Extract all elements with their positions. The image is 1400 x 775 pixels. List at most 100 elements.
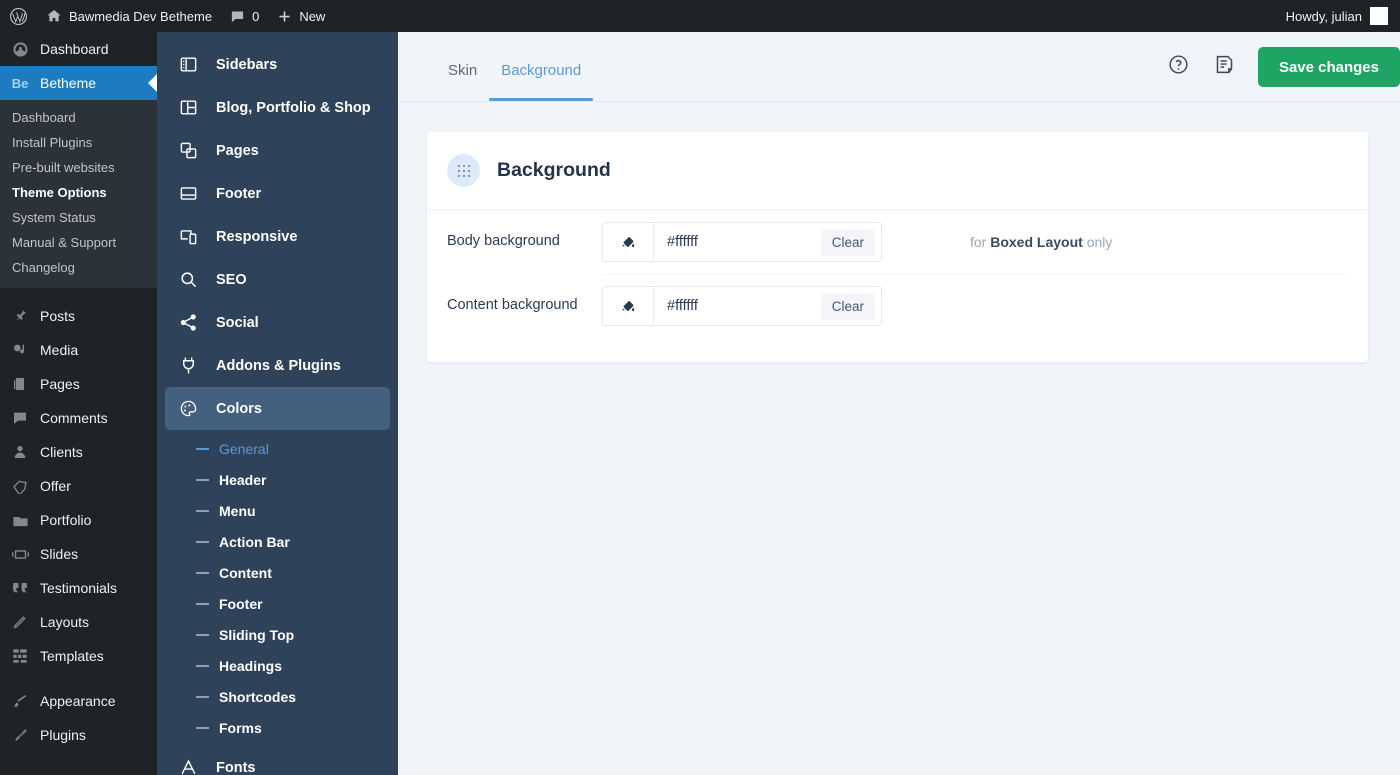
wordpress-logo-menu[interactable] [0, 0, 37, 32]
sidebar-divider-1 [0, 288, 157, 299]
flyout-item-label: SEO [216, 271, 247, 288]
colors-submenu-label: Header [219, 471, 267, 488]
colors-submenu-label: General [219, 440, 269, 457]
sidebar-item-slides[interactable]: Slides [0, 537, 157, 571]
sidebar-item-media[interactable]: Media [0, 333, 157, 367]
submenu-item-manual-support[interactable]: Manual & Support [0, 230, 157, 255]
tag-icon [10, 478, 30, 494]
flyout-item-social[interactable]: Social [165, 301, 390, 344]
site-name-menu[interactable]: Bawmedia Dev Betheme [37, 0, 221, 32]
sidebar-item-pages[interactable]: Pages [0, 367, 157, 401]
notes-button[interactable] [1212, 54, 1238, 80]
paint-bucket-icon[interactable] [603, 287, 654, 325]
colors-submenu-label: Shortcodes [219, 688, 297, 705]
sidebar-item-label: Appearance [40, 693, 116, 709]
colors-submenu-label: Forms [219, 719, 262, 736]
note-document-icon [1214, 54, 1235, 80]
submenu-item-prebuilt-websites[interactable]: Pre-built websites [0, 155, 157, 180]
colors-submenu-item-content[interactable]: Content [157, 557, 398, 588]
sidebar-item-appearance[interactable]: Appearance [0, 684, 157, 718]
clear-button[interactable]: Clear [820, 228, 875, 256]
flyout-item-fonts[interactable]: Fonts [165, 746, 390, 775]
dash-icon [196, 540, 209, 543]
flyout-item-footer[interactable]: Footer [165, 172, 390, 215]
colors-submenu-item-menu[interactable]: Menu [157, 495, 398, 526]
sidebar-item-clients[interactable]: Clients [0, 435, 157, 469]
pages-icon [10, 376, 30, 392]
colors-submenu-item-header[interactable]: Header [157, 464, 398, 495]
submenu-item-dashboard[interactable]: Dashboard [0, 105, 157, 130]
colors-submenu-item-sliding-top[interactable]: Sliding Top [157, 619, 398, 650]
colors-submenu-label: Headings [219, 657, 283, 674]
help-button[interactable] [1166, 54, 1192, 80]
submenu-item-system-status[interactable]: System Status [0, 205, 157, 230]
tab-skin[interactable]: Skin [436, 62, 489, 101]
flyout-item-addons-plugins[interactable]: Addons & Plugins [165, 344, 390, 387]
note-suffix: only [1082, 234, 1113, 250]
color-value-input[interactable] [654, 223, 821, 261]
sidebar-item-label: Offer [40, 478, 71, 494]
new-content-label: New [299, 8, 326, 24]
field-note-boxed-layout: for Boxed Layout only [970, 234, 1112, 250]
wp-admin-sidebar: Dashboard Be Betheme Dashboard Install P… [0, 32, 157, 775]
colors-submenu-label: Action Bar [219, 533, 290, 550]
submenu-item-changelog[interactable]: Changelog [0, 255, 157, 280]
topbar-actions: Save changes [1166, 47, 1400, 87]
color-picker-content-background: Clear [602, 286, 882, 326]
paint-bucket-icon[interactable] [603, 223, 654, 261]
sidebar-item-portfolio[interactable]: Portfolio [0, 503, 157, 537]
note-prefix: for [970, 234, 991, 250]
flyout-item-sidebars[interactable]: Sidebars [165, 43, 390, 86]
colors-submenu-item-shortcodes[interactable]: Shortcodes [157, 681, 398, 712]
colors-submenu-label: Menu [219, 502, 256, 519]
search-icon [177, 270, 199, 289]
plus-icon [277, 9, 292, 24]
colors-submenu-item-headings[interactable]: Headings [157, 650, 398, 681]
save-changes-button[interactable]: Save changes [1257, 47, 1400, 87]
sidebar-item-layouts[interactable]: Layouts [0, 605, 157, 639]
flyout-item-label: Footer [216, 185, 262, 202]
folder-icon [10, 512, 30, 529]
flyout-item-label: Blog, Portfolio & Shop [216, 99, 371, 116]
sidebar-item-betheme[interactable]: Be Betheme [0, 66, 157, 100]
sidebar-item-offer[interactable]: Offer [0, 469, 157, 503]
sidebar-item-dashboard[interactable]: Dashboard [0, 32, 157, 66]
sidebar-item-label: Slides [40, 546, 79, 562]
clear-button[interactable]: Clear [820, 292, 875, 320]
tab-background[interactable]: Background [489, 62, 594, 101]
flyout-item-blog-portfolio-shop[interactable]: Blog, Portfolio & Shop [165, 86, 390, 129]
submenu-item-install-plugins[interactable]: Install Plugins [0, 130, 157, 155]
comments-bubble[interactable]: 0 [221, 0, 268, 32]
drag-grid-icon[interactable] [447, 154, 480, 187]
share-icon [177, 313, 199, 332]
colors-submenu-item-general[interactable]: General [157, 433, 398, 464]
dashboard-gauge-icon [10, 41, 30, 58]
flyout-item-label: Addons & Plugins [216, 357, 341, 374]
color-value-input[interactable] [654, 287, 821, 325]
submenu-item-theme-options[interactable]: Theme Options [0, 180, 157, 205]
flyout-item-pages[interactable]: Pages [165, 129, 390, 172]
flyout-item-seo[interactable]: SEO [165, 258, 390, 301]
comment-icon [10, 410, 30, 426]
sidebar-item-templates[interactable]: Templates [0, 639, 157, 673]
new-content-menu[interactable]: New [268, 0, 334, 32]
field-label: Content background [447, 297, 578, 314]
colors-submenu-label: Footer [219, 595, 263, 612]
colors-submenu-item-footer[interactable]: Footer [157, 588, 398, 619]
media-icon [10, 342, 30, 358]
sidebar-item-plugins[interactable]: Plugins [0, 718, 157, 752]
account-menu[interactable]: Howdy, julian [1286, 7, 1400, 25]
panel-title: Background [497, 159, 611, 181]
flyout-item-colors[interactable]: Colors [165, 387, 390, 430]
sidebar-item-posts[interactable]: Posts [0, 299, 157, 333]
sidebar-item-testimonials[interactable]: Testimonials [0, 571, 157, 605]
sidebar-item-comments[interactable]: Comments [0, 401, 157, 435]
colors-submenu-item-forms[interactable]: Forms [157, 712, 398, 743]
sidebar-item-label: Plugins [40, 727, 86, 743]
flyout-item-label: Fonts [216, 759, 256, 775]
colors-submenu-item-action-bar[interactable]: Action Bar [157, 526, 398, 557]
layout-columns-icon [177, 98, 199, 117]
slides-icon [10, 549, 30, 560]
flyout-item-responsive[interactable]: Responsive [165, 215, 390, 258]
betheme-options-flyout: Sidebars Blog, Portfolio & Shop Pages Fo… [157, 32, 398, 775]
